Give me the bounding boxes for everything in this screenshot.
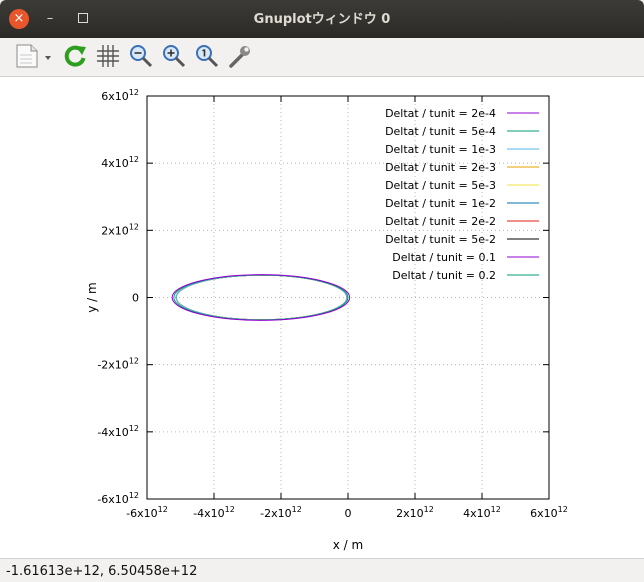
zoom-original-button[interactable] [193,42,221,70]
x-axis-label: x / m [333,538,363,552]
tick-exponent: 12 [129,424,139,433]
x-tick-label: 2x1012 [396,505,434,520]
tick-exponent: 12 [129,155,139,164]
settings-icon [229,46,250,68]
x-tick-label: 4x1012 [463,505,501,520]
tick-mantissa: 2x10 [101,224,129,237]
tick-exponent: 12 [225,505,235,514]
y-tick-label: 4x1012 [101,155,139,170]
tick-exponent: 12 [129,88,139,97]
y-axis-label: y / m [85,282,99,312]
y-tick-label: 2x1012 [101,222,139,237]
tick-mantissa: -6x10 [97,493,128,506]
legend-label: Deltat / tunit = 1e-2 [385,197,496,210]
x-tick-label: 0 [345,507,352,520]
legend-label: Deltat / tunit = 0.2 [392,269,496,282]
series-line [175,274,348,321]
tick-exponent: 12 [129,491,139,500]
legend-label: Deltat / tunit = 1e-3 [385,143,496,156]
plot-canvas[interactable]: -6x1012 -4x1012 -2x1012 0 2x1012 4x1012 6x1012… [0,77,644,558]
tick-mantissa: 4x10 [101,157,129,170]
window-title: Gnuplotウィンドウ 0 [253,12,391,27]
tick-mantissa: 4x10 [463,507,491,520]
tick-mantissa: -4x10 [193,507,224,520]
tick-mantissa: 6x10 [101,90,129,103]
legend-label: Deltat / tunit = 5e-2 [385,233,496,246]
grid-icon [97,45,119,67]
tick-mantissa: 0 [132,292,139,305]
legend-label: Deltat / tunit = 0.1 [392,251,496,264]
gnuplot-window: × – Gnuplotウィンドウ 0 -6x1012 -4x1012 -2x10… [0,0,644,582]
copy-to-clipboard-icon [16,44,51,68]
copy-to-clipboard-button[interactable] [10,42,51,70]
tick-exponent: 12 [129,222,139,231]
replot-button[interactable] [61,42,89,70]
tick-mantissa: 0 [345,507,352,520]
y-tick-label: -4x1012 [97,424,139,439]
tick-exponent: 12 [491,505,501,514]
tick-mantissa: -2x10 [97,359,128,372]
tick-mantissa: -2x10 [260,507,291,520]
toolbar [0,38,644,77]
legend-label: Deltat / tunit = 2e-2 [385,215,496,228]
zoom-out-icon [130,45,153,68]
plot-area[interactable]: -6x1012 -4x1012 -2x1012 0 2x1012 4x1012 6x1012… [0,77,644,558]
y-tick-label: 0 [132,292,139,305]
zoom-in-button[interactable] [160,42,188,70]
zoom-original-icon [196,45,219,68]
zoom-in-icon [163,45,186,68]
tick-exponent: 12 [424,505,434,514]
x-tick-label: -2x1012 [260,505,302,520]
legend-label: Deltat / tunit = 2e-3 [385,161,496,174]
x-tick-label: 6x1012 [530,505,568,520]
grid-button[interactable] [94,42,122,70]
x-tick-label: -6x1012 [126,505,168,520]
y-tick-label: 6x1012 [101,88,139,103]
legend-label: Deltat / tunit = 5e-3 [385,179,496,192]
title-bar: × – Gnuplotウィンドウ 0 [0,0,644,38]
tick-exponent: 12 [292,505,302,514]
tick-mantissa: 2x10 [396,507,424,520]
status-bar: -1.61613e+12, 6.50458e+12 [0,558,644,582]
legend-label: Deltat / tunit = 5e-4 [385,125,496,138]
tick-exponent: 12 [158,505,168,514]
tick-exponent: 12 [129,357,139,366]
y-tick-label: -2x1012 [97,357,139,372]
replot-icon [64,45,86,67]
zoom-out-button[interactable] [127,42,155,70]
settings-button[interactable] [226,42,254,70]
tick-mantissa: -6x10 [126,507,157,520]
tick-mantissa: -4x10 [97,426,128,439]
x-tick-label: -4x1012 [193,505,235,520]
y-tick-label: -6x1012 [97,491,139,506]
tick-mantissa: 6x10 [530,507,558,520]
tick-exponent: 12 [558,505,568,514]
legend-label: Deltat / tunit = 2e-4 [385,107,496,120]
cursor-coordinates: -1.61613e+12, 6.50458e+12 [6,564,198,579]
